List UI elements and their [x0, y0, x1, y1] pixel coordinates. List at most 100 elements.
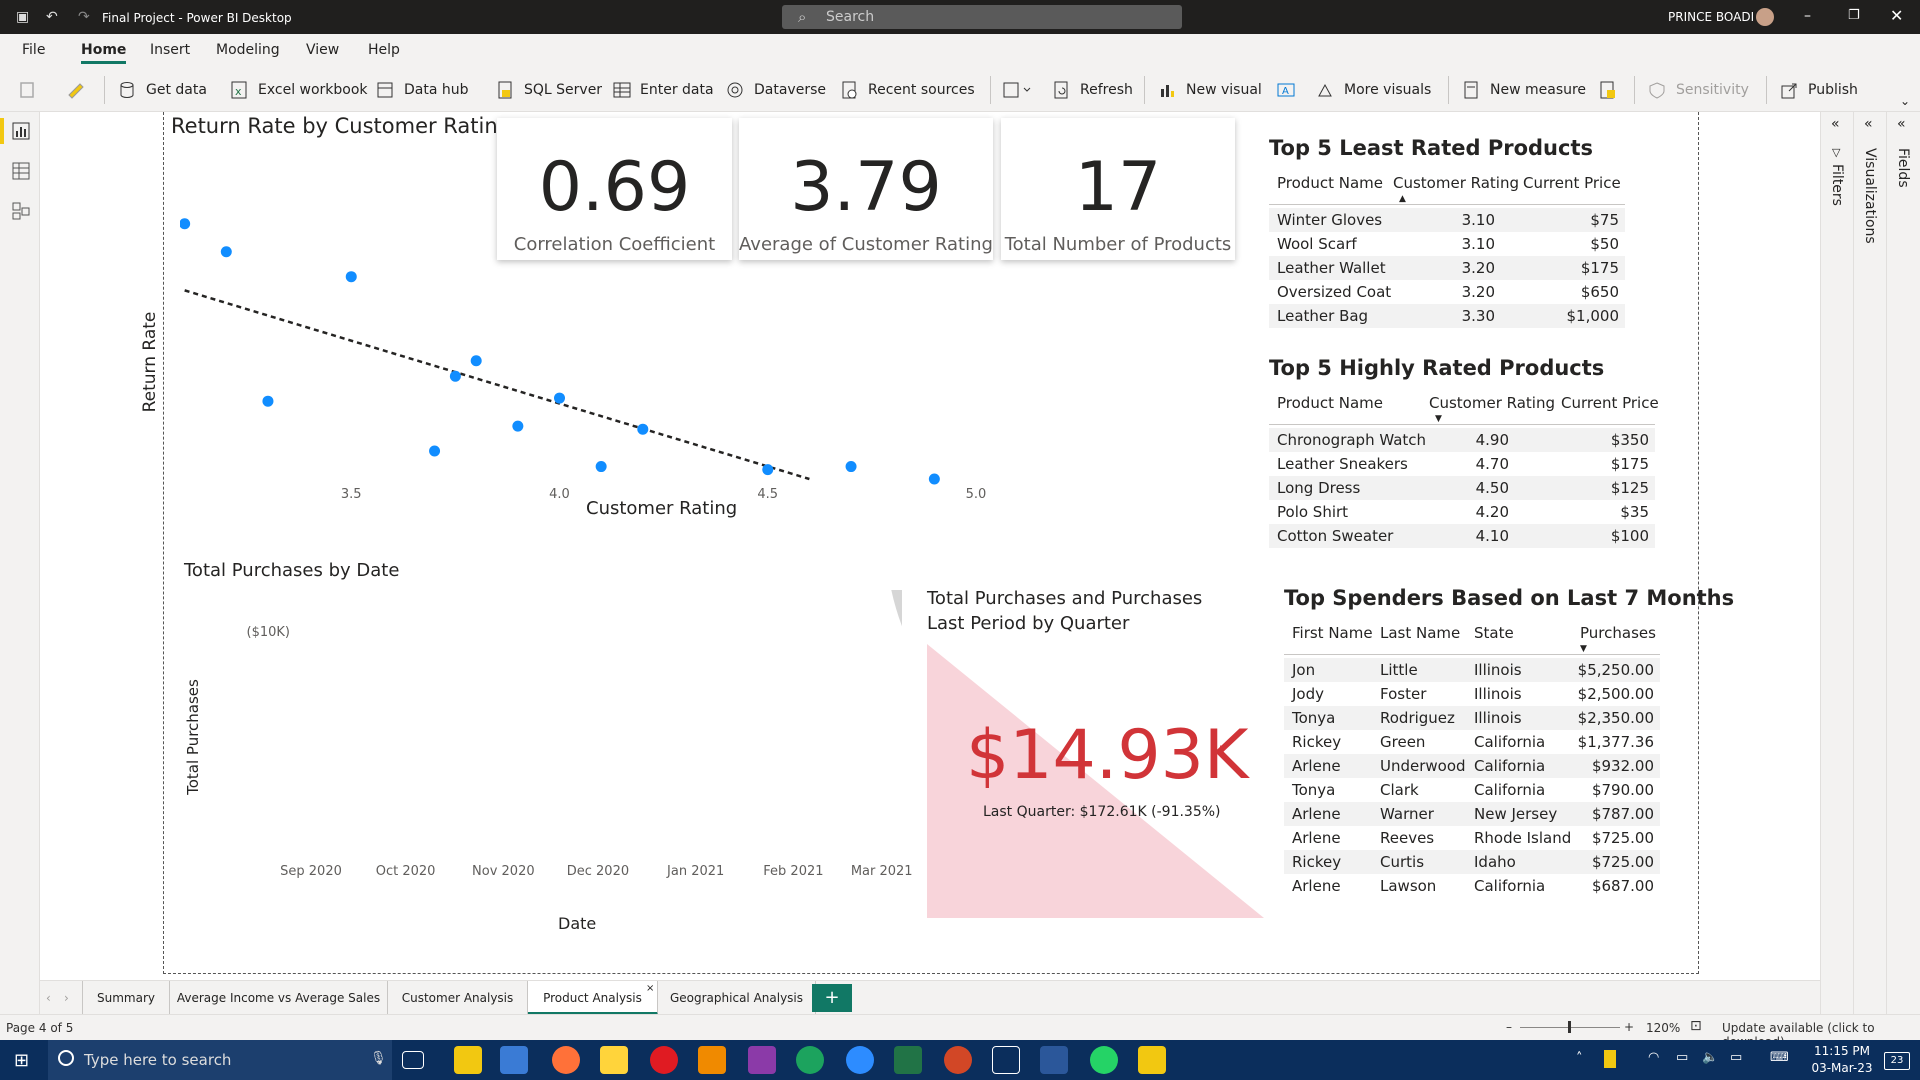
firefox-icon[interactable] [552, 1046, 580, 1074]
clock-date[interactable]: 03-Mar-23 [1810, 1061, 1874, 1075]
dataverse-button[interactable]: Dataverse [726, 80, 826, 100]
data-hub-button[interactable]: Data hub [376, 80, 486, 100]
table-row[interactable]: Tonya Clark California $790.00 [1284, 778, 1660, 802]
power-bi-icon[interactable] [1138, 1046, 1166, 1074]
table-row[interactable]: Leather Sneakers 4.70 $175 [1269, 452, 1655, 476]
expand-icon[interactable]: « [1864, 116, 1873, 132]
column-header[interactable]: State [1474, 624, 1514, 642]
tab-average-income[interactable]: Average Income vs Average Sales [170, 981, 388, 1015]
tab-product-analysis[interactable]: Product Analysis [528, 981, 658, 1015]
kpi-value[interactable]: $14.93K [966, 716, 1249, 795]
menu-insert[interactable]: Insert [150, 42, 190, 58]
table-row[interactable]: Polo Shirt 4.20 $35 [1269, 500, 1655, 524]
whatsapp-icon[interactable] [1090, 1046, 1118, 1074]
table-row[interactable]: Cotton Sweater 4.10 $100 [1269, 524, 1655, 548]
clock-time[interactable]: 11:15 PM [1810, 1044, 1874, 1058]
menu-file[interactable]: File [22, 42, 45, 58]
keyboard-icon[interactable]: ⌨ [1770, 1050, 1789, 1065]
excel-app-icon[interactable] [894, 1046, 922, 1074]
menu-home[interactable]: Home [81, 42, 127, 64]
table-row[interactable]: Arlene Reeves Rhode Island $725.00 [1284, 826, 1660, 850]
table-row[interactable]: Wool Scarf 3.10 $50 [1269, 232, 1625, 256]
winrar-icon[interactable] [748, 1046, 776, 1074]
restore-icon[interactable]: ❐ [1848, 8, 1860, 23]
column-header[interactable]: Current Price [1523, 174, 1621, 192]
chevron-right-icon[interactable]: › [64, 991, 69, 1005]
table-row[interactable]: Winter Gloves 3.10 $75 [1269, 208, 1625, 232]
column-header[interactable]: Product Name [1277, 174, 1383, 192]
filters-pane[interactable]: « ▽ Filters [1821, 112, 1854, 1020]
sticky-notes-icon[interactable] [600, 1046, 628, 1074]
column-header[interactable]: First Name [1292, 624, 1373, 642]
expand-icon[interactable]: « [1897, 116, 1906, 132]
column-header[interactable]: Product Name [1277, 394, 1383, 412]
column-header[interactable]: Customer Rating [1393, 174, 1519, 192]
chevron-left-icon[interactable]: ‹ [46, 991, 51, 1005]
chevron-up-icon[interactable]: ˄ [1576, 1051, 1583, 1066]
visualizations-pane[interactable]: « Visualizations [1854, 112, 1887, 1020]
store-icon[interactable] [500, 1046, 528, 1074]
transform-data-button[interactable] [1002, 80, 1040, 100]
menu-view[interactable]: View [306, 42, 339, 58]
fields-pane[interactable]: « Fields [1887, 112, 1920, 1020]
paste-button[interactable] [18, 80, 54, 100]
text-box-button[interactable]: A [1276, 80, 1298, 100]
table-row[interactable]: Long Dress 4.50 $125 [1269, 476, 1655, 500]
table-row[interactable]: Arlene Warner New Jersey $787.00 [1284, 802, 1660, 826]
user-name[interactable]: PRINCE BOADI [1668, 10, 1754, 24]
zoom-out-icon[interactable]: – [1506, 1020, 1512, 1034]
table-row[interactable]: Leather Wallet 3.20 $175 [1269, 256, 1625, 280]
report-view-icon[interactable] [12, 122, 30, 140]
taskbar-search[interactable]: Type here to search 🎙 [48, 1040, 392, 1080]
live-icon[interactable] [992, 1046, 1020, 1074]
save-icon[interactable]: ▣ [16, 9, 29, 25]
windows-start-icon[interactable]: ⊞ [14, 1050, 29, 1071]
zoom-icon[interactable] [846, 1046, 874, 1074]
recent-sources-button[interactable]: Recent sources [840, 80, 980, 100]
monitor-icon[interactable]: ▭ [1676, 1050, 1688, 1065]
power-bi-tray-icon[interactable] [1604, 1050, 1616, 1068]
zoom-slider-thumb[interactable] [1568, 1021, 1571, 1033]
card-correlation[interactable]: 0.69 Correlation Coefficient [497, 118, 732, 260]
chevron-down-icon[interactable]: ⌄ [1900, 94, 1910, 108]
notification-badge[interactable]: 23 [1884, 1052, 1910, 1070]
close-icon[interactable]: ✕ [1890, 6, 1903, 25]
quick-measure-button[interactable] [1598, 80, 1622, 100]
fit-page-icon[interactable]: ⊡ [1690, 1018, 1702, 1034]
edge-icon[interactable] [796, 1046, 824, 1074]
volume-icon[interactable]: 🔈 [1702, 1050, 1718, 1065]
vlc-icon[interactable] [698, 1046, 726, 1074]
refresh-button[interactable]: Refresh [1052, 80, 1133, 100]
table-row[interactable]: Jody Foster Illinois $2,500.00 [1284, 682, 1660, 706]
column-header[interactable]: Customer Rating [1429, 394, 1555, 412]
table-row[interactable]: Arlene Lawson California $687.00 [1284, 874, 1660, 898]
data-view-icon[interactable] [12, 162, 30, 180]
table-row[interactable]: Jon Little Illinois $5,250.00 [1284, 658, 1660, 682]
close-tab-icon[interactable]: × [646, 983, 654, 994]
powerpoint-icon[interactable] [944, 1046, 972, 1074]
excel-workbook-button[interactable]: x Excel workbook [230, 80, 368, 100]
word-icon[interactable] [1040, 1046, 1068, 1074]
column-header[interactable]: Purchases [1580, 624, 1656, 642]
new-measure-button[interactable]: New measure [1462, 80, 1586, 100]
table-row[interactable]: Tonya Rodriguez Illinois $2,350.00 [1284, 706, 1660, 730]
menu-help[interactable]: Help [368, 42, 400, 58]
search-box[interactable]: ⌕ Search [782, 5, 1182, 29]
redo-icon[interactable]: ↷ [78, 9, 90, 25]
table-row[interactable]: Rickey Curtis Idaho $725.00 [1284, 850, 1660, 874]
table-row[interactable]: Chronograph Watch 4.90 $350 [1269, 428, 1655, 452]
format-painter-button[interactable] [66, 80, 90, 100]
task-view-icon[interactable] [402, 1051, 424, 1069]
table-row[interactable]: Arlene Underwood California $932.00 [1284, 754, 1660, 778]
avatar[interactable] [1756, 8, 1774, 26]
sensitivity-button[interactable]: Sensitivity [1648, 80, 1758, 100]
tab-customer-analysis[interactable]: Customer Analysis [388, 981, 528, 1015]
column-header[interactable]: Current Price [1561, 394, 1659, 412]
battery-icon[interactable]: ▭ [1730, 1050, 1742, 1065]
opera-icon[interactable] [650, 1046, 678, 1074]
column-header[interactable]: Last Name [1380, 624, 1460, 642]
sql-server-button[interactable]: SQL Server [496, 80, 602, 100]
microphone-icon[interactable]: 🎙 [370, 1051, 387, 1066]
table-row[interactable]: Rickey Green California $1,377.36 [1284, 730, 1660, 754]
undo-icon[interactable]: ↶ [46, 9, 58, 25]
